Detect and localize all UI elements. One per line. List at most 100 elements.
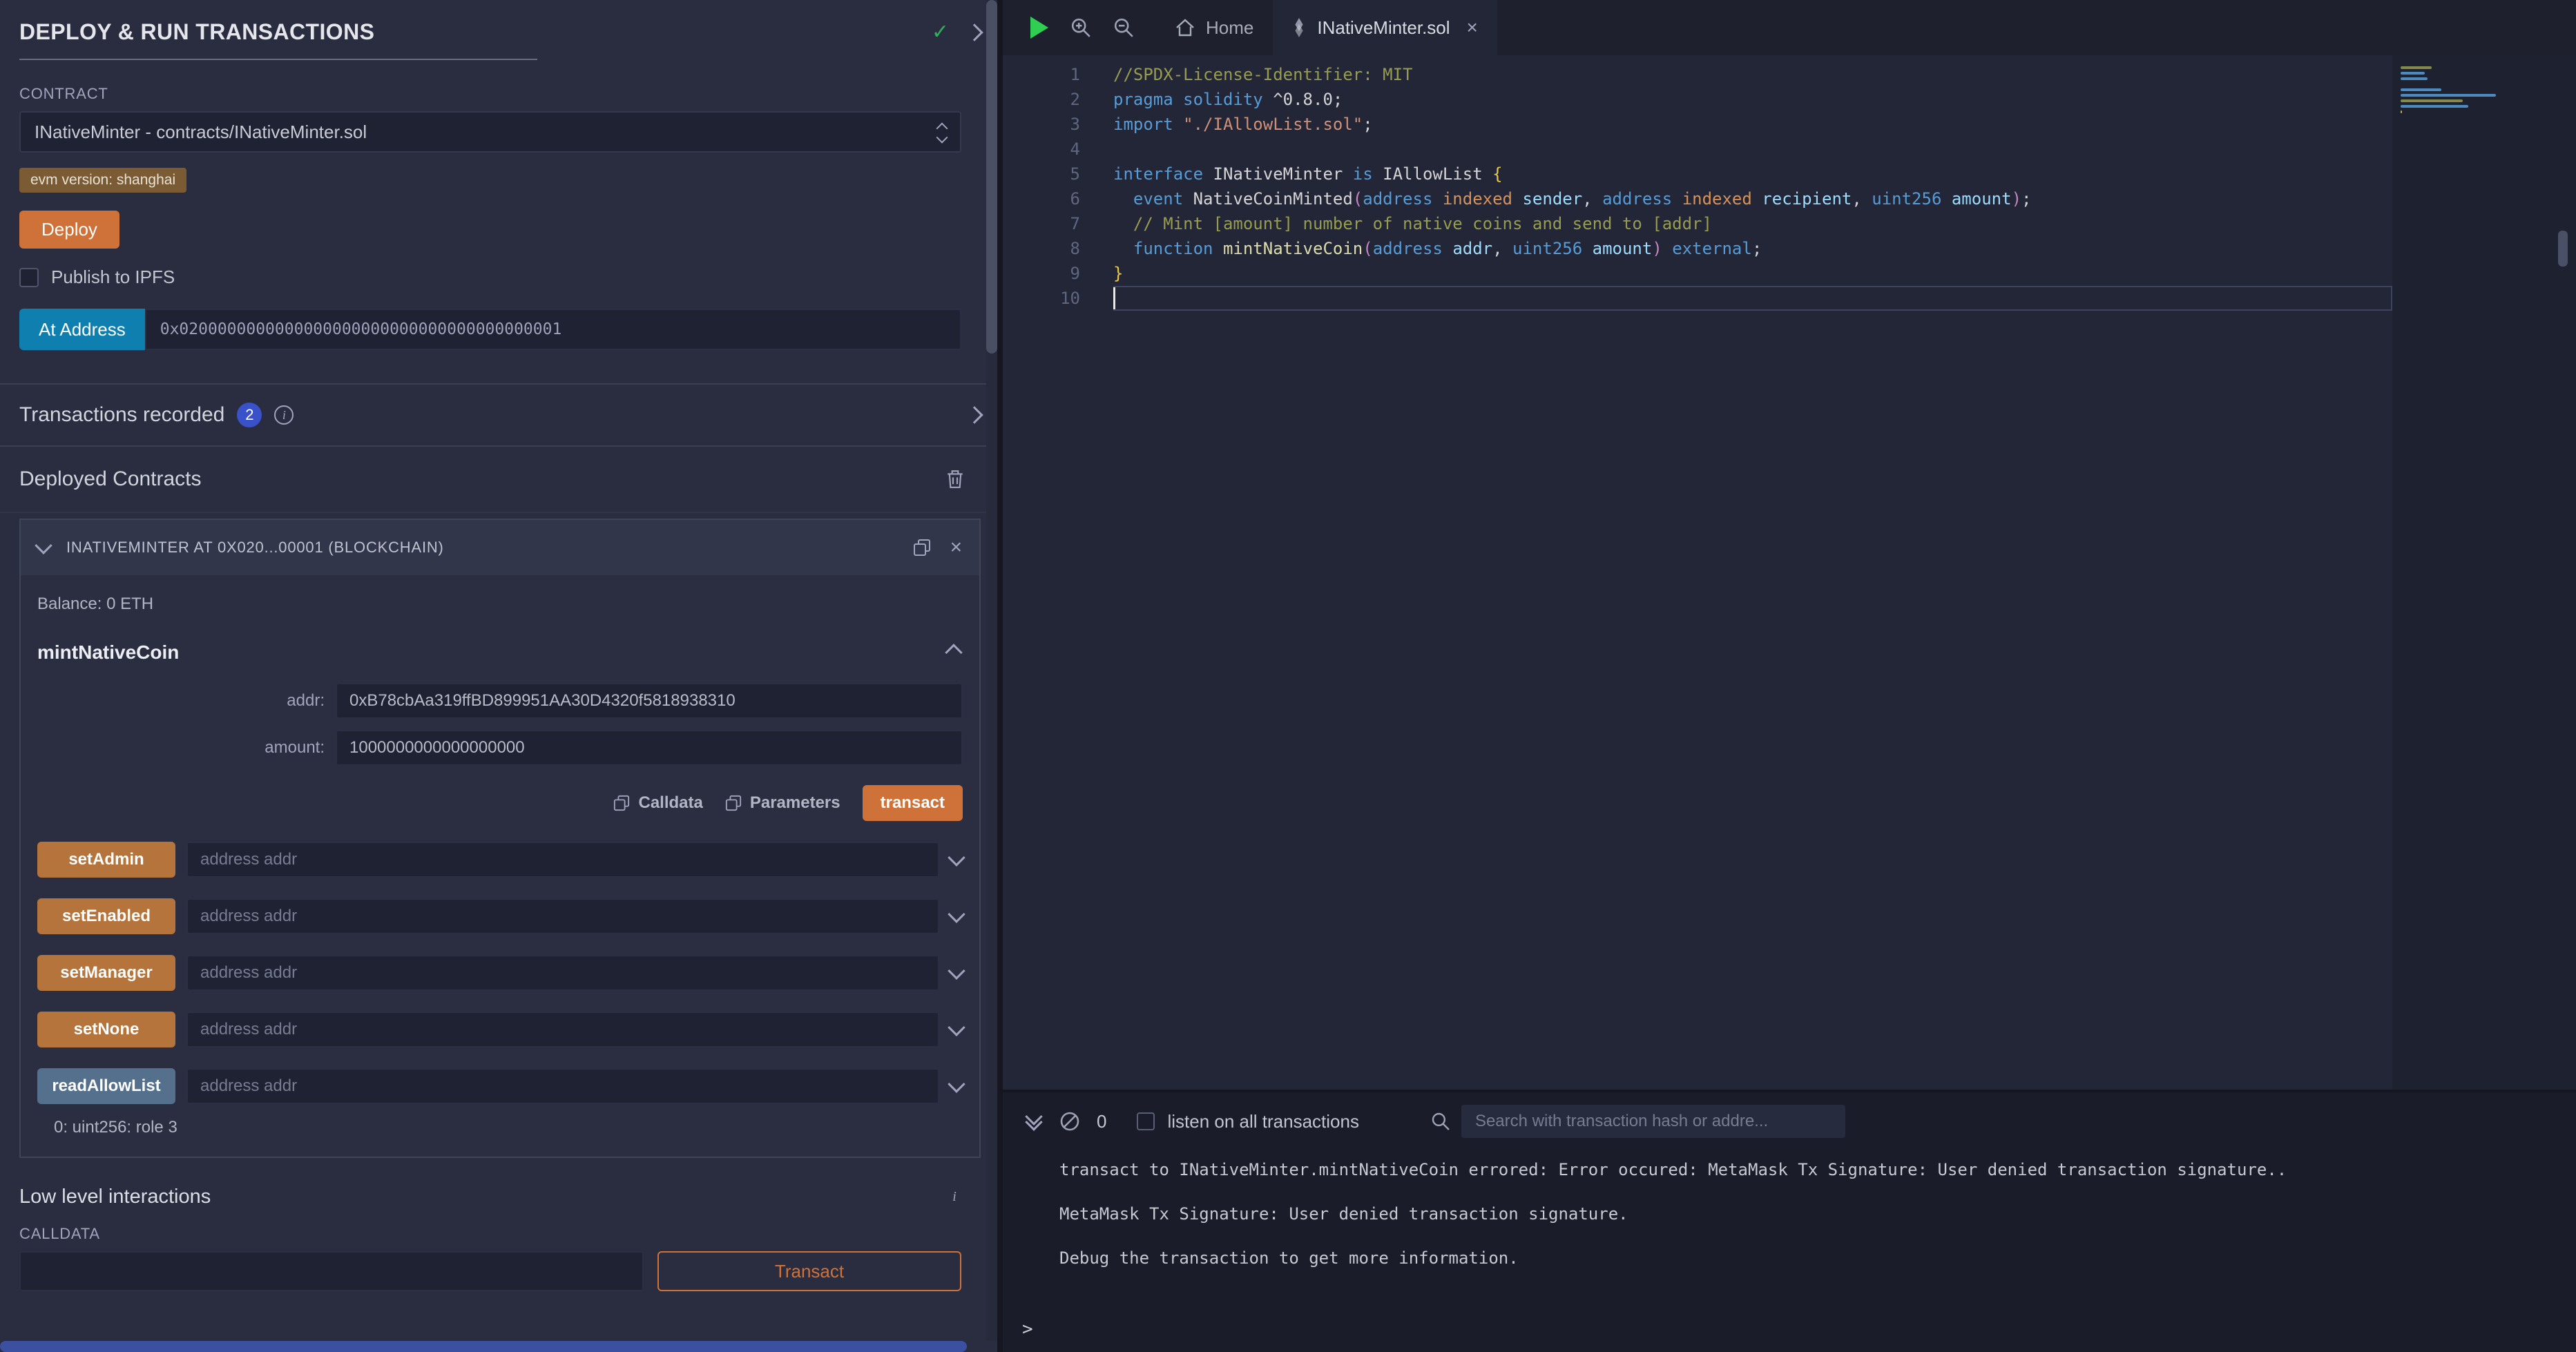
low-level-transact-button[interactable]: Transact: [657, 1251, 961, 1291]
search-icon: [1431, 1112, 1450, 1131]
panel-resize-handle[interactable]: [997, 0, 1003, 1352]
terminal: 0 listen on all transactions transact to…: [1003, 1090, 2576, 1352]
chevron-down-icon[interactable]: [948, 962, 965, 979]
code-lines[interactable]: 1//SPDX-License-Identifier: MIT2pragma s…: [1003, 62, 2392, 311]
listen-all-checkbox[interactable]: [1137, 1112, 1155, 1130]
code-line-text: }: [1113, 261, 2392, 286]
code-line-text: // Mint [amount] number of native coins …: [1113, 211, 2392, 236]
collapse-terminal-icon[interactable]: [1028, 1112, 1040, 1130]
chevron-up-icon[interactable]: [945, 644, 962, 661]
code-line-4[interactable]: 4: [1003, 137, 2392, 162]
line-number: 5: [1003, 162, 1113, 186]
parameters-action-label: Parameters: [750, 793, 840, 813]
low-level-calldata-input[interactable]: [19, 1251, 644, 1291]
publish-ipfs-label: Publish to IPFS: [51, 267, 175, 288]
calldata-label: CALLDATA: [19, 1225, 961, 1243]
field-input-amount[interactable]: [336, 730, 963, 766]
function-row: setAdmin: [37, 842, 963, 878]
function-readAllowList-button[interactable]: readAllowList: [37, 1068, 175, 1104]
line-number: 10: [1003, 286, 1113, 311]
code-line-2[interactable]: 2pragma solidity ^0.8.0;: [1003, 87, 2392, 112]
code-line-5[interactable]: 5interface INativeMinter is IAllowList {: [1003, 162, 2392, 186]
terminal-log-line[interactable]: MetaMask Tx Signature: User denied trans…: [1059, 1201, 2548, 1226]
copy-icon: [725, 795, 742, 811]
chevron-down-icon[interactable]: [35, 537, 52, 554]
low-level-header: Low level interactions: [19, 1186, 211, 1208]
terminal-prompt[interactable]: >: [1022, 1319, 1033, 1340]
scrollbar-thumb[interactable]: [986, 0, 997, 354]
code-line-10[interactable]: 10: [1003, 286, 2392, 311]
home-icon: [1175, 19, 1195, 37]
tab-home[interactable]: Home: [1156, 0, 1273, 55]
function-row: setManager: [37, 955, 963, 991]
panel-collapse-icon[interactable]: [965, 23, 983, 41]
line-number: 4: [1003, 137, 1113, 162]
info-icon[interactable]: i: [945, 1188, 964, 1207]
code-line-6[interactable]: 6 event NativeCoinMinted(address indexed…: [1003, 186, 2392, 211]
trash-icon[interactable]: [946, 470, 964, 489]
chevron-down-icon[interactable]: [948, 1075, 965, 1092]
editor-scrollbar-thumb[interactable]: [2558, 231, 2568, 267]
function-setEnabled-button[interactable]: setEnabled: [37, 898, 175, 934]
close-tab-icon[interactable]: ×: [1467, 17, 1478, 39]
line-number: 3: [1003, 112, 1113, 137]
line-number: 7: [1003, 211, 1113, 236]
terminal-log-line[interactable]: Debug the transaction to get more inform…: [1059, 1246, 2548, 1271]
tab-bar: Home INativeMinter.sol ×: [1003, 0, 2576, 55]
chevron-down-icon[interactable]: [948, 1018, 965, 1036]
title-underline: [19, 59, 537, 60]
minimap[interactable]: [2392, 55, 2576, 1090]
copy-icon: [613, 795, 630, 811]
function-setEnabled-input[interactable]: [186, 898, 939, 934]
at-address-button[interactable]: At Address: [19, 309, 145, 350]
function-setNone-input[interactable]: [186, 1012, 939, 1047]
tab-home-label: Home: [1206, 17, 1253, 39]
code-line-7[interactable]: 7 // Mint [amount] number of native coin…: [1003, 211, 2392, 236]
close-icon[interactable]: ×: [950, 537, 963, 558]
code-line-9[interactable]: 9}: [1003, 261, 2392, 286]
chevron-down-icon[interactable]: [948, 849, 965, 866]
transact-button[interactable]: transact: [863, 785, 963, 821]
copy-calldata-button[interactable]: Calldata: [613, 793, 702, 813]
function-setManager-button[interactable]: setManager: [37, 955, 175, 991]
publish-ipfs-checkbox[interactable]: [19, 268, 39, 287]
clear-console-icon[interactable]: [1059, 1111, 1080, 1132]
terminal-search-input[interactable]: [1461, 1105, 1845, 1138]
transactions-recorded-row[interactable]: Transactions recorded 2 i: [0, 383, 997, 447]
tab-inativeminter[interactable]: INativeMinter.sol ×: [1273, 0, 1497, 55]
contract-balance: Balance: 0 ETH: [21, 575, 979, 614]
deployed-contract-header[interactable]: INATIVEMINTER AT 0X020...00001 (BLOCKCHA…: [21, 520, 979, 575]
function-setManager-input[interactable]: [186, 955, 939, 991]
zoom-out-icon[interactable]: [1113, 17, 1134, 38]
code-line-text: interface INativeMinter is IAllowList {: [1113, 162, 2392, 186]
left-panel-scrollbar[interactable]: [986, 0, 997, 1341]
left-panel-horizontal-scrollbar[interactable]: [0, 1341, 967, 1352]
transactions-recorded-label: Transactions recorded: [19, 403, 224, 427]
chevron-right-icon[interactable]: [965, 406, 983, 423]
terminal-log-line[interactable]: transact to INativeMinter.mintNativeCoin…: [1059, 1157, 2548, 1182]
code-line-text: //SPDX-License-Identifier: MIT: [1113, 62, 2392, 87]
check-icon[interactable]: ✓: [932, 22, 949, 43]
zoom-in-icon[interactable]: [1070, 17, 1091, 38]
chevron-down-icon[interactable]: [948, 905, 965, 923]
code-line-3[interactable]: 3import "./IAllowList.sol";: [1003, 112, 2392, 137]
field-input-addr[interactable]: [336, 683, 963, 719]
function-field-row: addr:: [37, 683, 963, 719]
code-line-8[interactable]: 8 function mintNativeCoin(address addr, …: [1003, 236, 2392, 261]
info-icon[interactable]: i: [274, 405, 294, 425]
code-line-1[interactable]: 1//SPDX-License-Identifier: MIT: [1003, 62, 2392, 87]
code-editor[interactable]: 1//SPDX-License-Identifier: MIT2pragma s…: [1003, 55, 2576, 1090]
function-setAdmin-button[interactable]: setAdmin: [37, 842, 175, 878]
at-address-input[interactable]: [145, 309, 961, 350]
panel-title: DEPLOY & RUN TRANSACTIONS: [19, 19, 374, 45]
copy-icon[interactable]: [913, 539, 931, 557]
contract-select[interactable]: INativeMinter - contracts/INativeMinter.…: [19, 111, 961, 153]
function-setAdmin-input[interactable]: [186, 842, 939, 878]
deploy-button[interactable]: Deploy: [19, 211, 119, 249]
run-script-icon[interactable]: [1030, 17, 1048, 39]
code-line-text: [1113, 286, 2392, 311]
line-number: 6: [1003, 186, 1113, 211]
copy-parameters-button[interactable]: Parameters: [725, 793, 840, 813]
function-setNone-button[interactable]: setNone: [37, 1012, 175, 1047]
function-readAllowList-input[interactable]: [186, 1068, 939, 1104]
